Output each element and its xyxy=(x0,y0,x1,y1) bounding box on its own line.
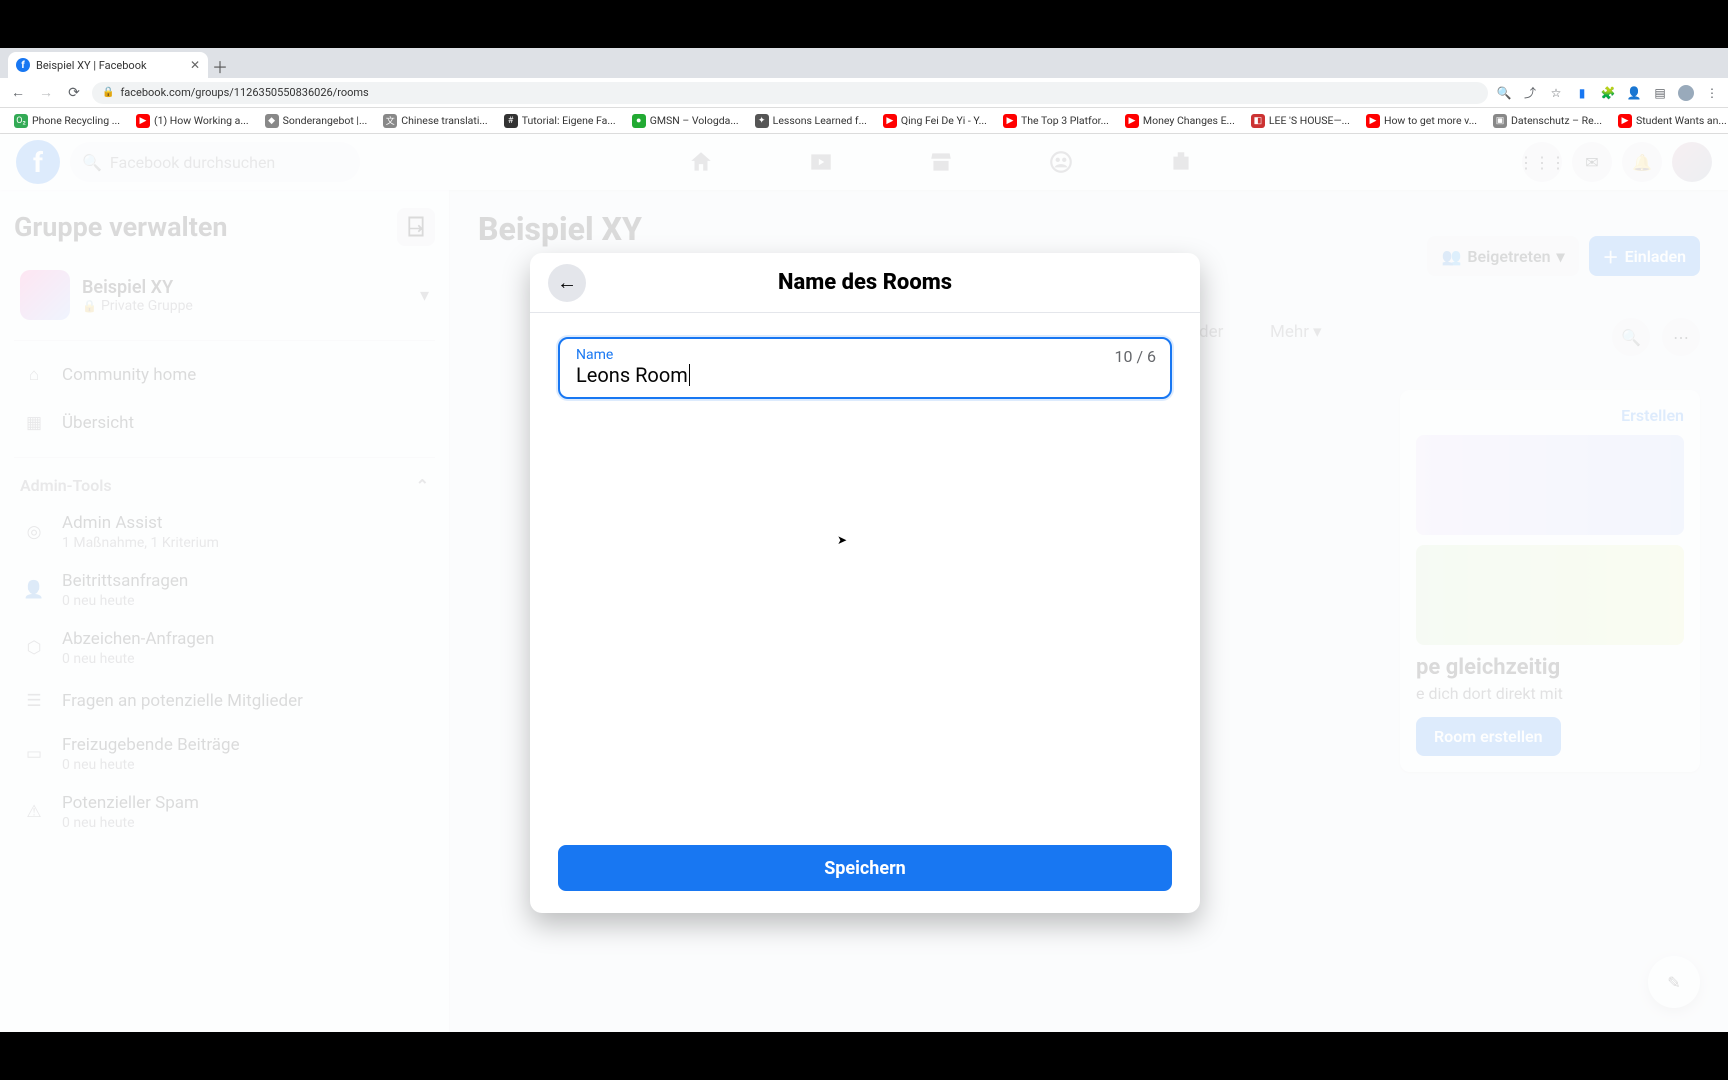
name-input-value[interactable]: Leons Room xyxy=(576,363,688,387)
forward-icon[interactable]: → xyxy=(36,83,56,103)
bookmark-item[interactable]: ▶Student Wants an... xyxy=(1612,112,1728,130)
arrow-left-icon: ← xyxy=(557,270,577,295)
bookmarks-bar: O₂Phone Recycling ... ▶(1) How Working a… xyxy=(0,108,1728,134)
bookmark-item[interactable]: ▶Qing Fei De Yi - Y... xyxy=(877,112,993,130)
bookmark-item[interactable]: ✦Lessons Learned f... xyxy=(749,112,873,130)
text-cursor xyxy=(689,364,690,386)
close-icon[interactable]: ✕ xyxy=(190,58,200,72)
menu-icon[interactable]: ⋮ xyxy=(1704,85,1720,101)
bookmark-item[interactable]: O₂Phone Recycling ... xyxy=(8,112,126,130)
bookmark-item[interactable]: ◆Sonderangebot |... xyxy=(259,112,374,130)
browser-tab[interactable]: f Beispiel XY | Facebook ✕ xyxy=(8,52,208,78)
reload-icon[interactable]: ⟳ xyxy=(64,83,84,103)
name-label: Name xyxy=(576,347,1154,363)
bookmark-item[interactable]: #Tutorial: Eigene Fa... xyxy=(498,112,622,130)
bookmark-item[interactable]: ▶(1) How Working a... xyxy=(130,112,255,130)
tab-title: Beispiel XY | Facebook xyxy=(36,59,147,72)
name-field[interactable]: Name Leons Room 10 / 6 xyxy=(558,337,1172,399)
zoom-icon[interactable]: 🔍 xyxy=(1496,85,1512,101)
back-icon[interactable]: ← xyxy=(8,83,28,103)
bookmark-item[interactable]: 文Chinese translati... xyxy=(377,112,493,130)
new-tab-button[interactable]: ＋ xyxy=(208,54,232,78)
mouse-cursor-icon: ➤ xyxy=(837,533,847,547)
room-name-modal: ← Name des Rooms Name Leons Room 10 / 6 … xyxy=(530,253,1200,913)
bookmark-item[interactable]: ▶The Top 3 Platfor... xyxy=(997,112,1115,130)
back-button[interactable]: ← xyxy=(548,264,586,302)
bookmark-item[interactable]: ◧LEE 'S HOUSE—... xyxy=(1245,112,1356,130)
lock-icon: 🔒 xyxy=(102,87,114,98)
save-button[interactable]: Speichern xyxy=(558,845,1172,891)
account-icon[interactable]: 👤 xyxy=(1626,85,1642,101)
browser-addressbar: ← → ⟳ 🔒 facebook.com/groups/112635055083… xyxy=(0,78,1728,108)
facebook-favicon-icon: f xyxy=(16,58,30,72)
bookmark-item[interactable]: ●GMSN – Vologda... xyxy=(626,112,745,130)
url-text: facebook.com/groups/1126350550836026/roo… xyxy=(120,86,368,99)
browser-tabbar: f Beispiel XY | Facebook ✕ ＋ xyxy=(0,48,1728,78)
sidepanel-icon[interactable]: ▤ xyxy=(1652,85,1668,101)
fb-ext-icon[interactable]: ▮ xyxy=(1574,85,1590,101)
profile-chip-icon[interactable] xyxy=(1678,85,1694,101)
bookmark-item[interactable]: ▶Money Changes E... xyxy=(1119,112,1241,130)
bookmark-item[interactable]: ▶How to get more v... xyxy=(1360,112,1483,130)
share-icon[interactable]: ⤴ xyxy=(1522,85,1538,101)
char-counter: 10 / 6 xyxy=(1114,347,1156,366)
url-field[interactable]: 🔒 facebook.com/groups/1126350550836026/r… xyxy=(92,82,1488,104)
modal-title: Name des Rooms xyxy=(778,270,952,295)
extensions-icon[interactable]: 🧩 xyxy=(1600,85,1616,101)
star-icon[interactable]: ☆ xyxy=(1548,85,1564,101)
bookmark-item[interactable]: ▣Datenschutz – Re... xyxy=(1487,112,1608,130)
